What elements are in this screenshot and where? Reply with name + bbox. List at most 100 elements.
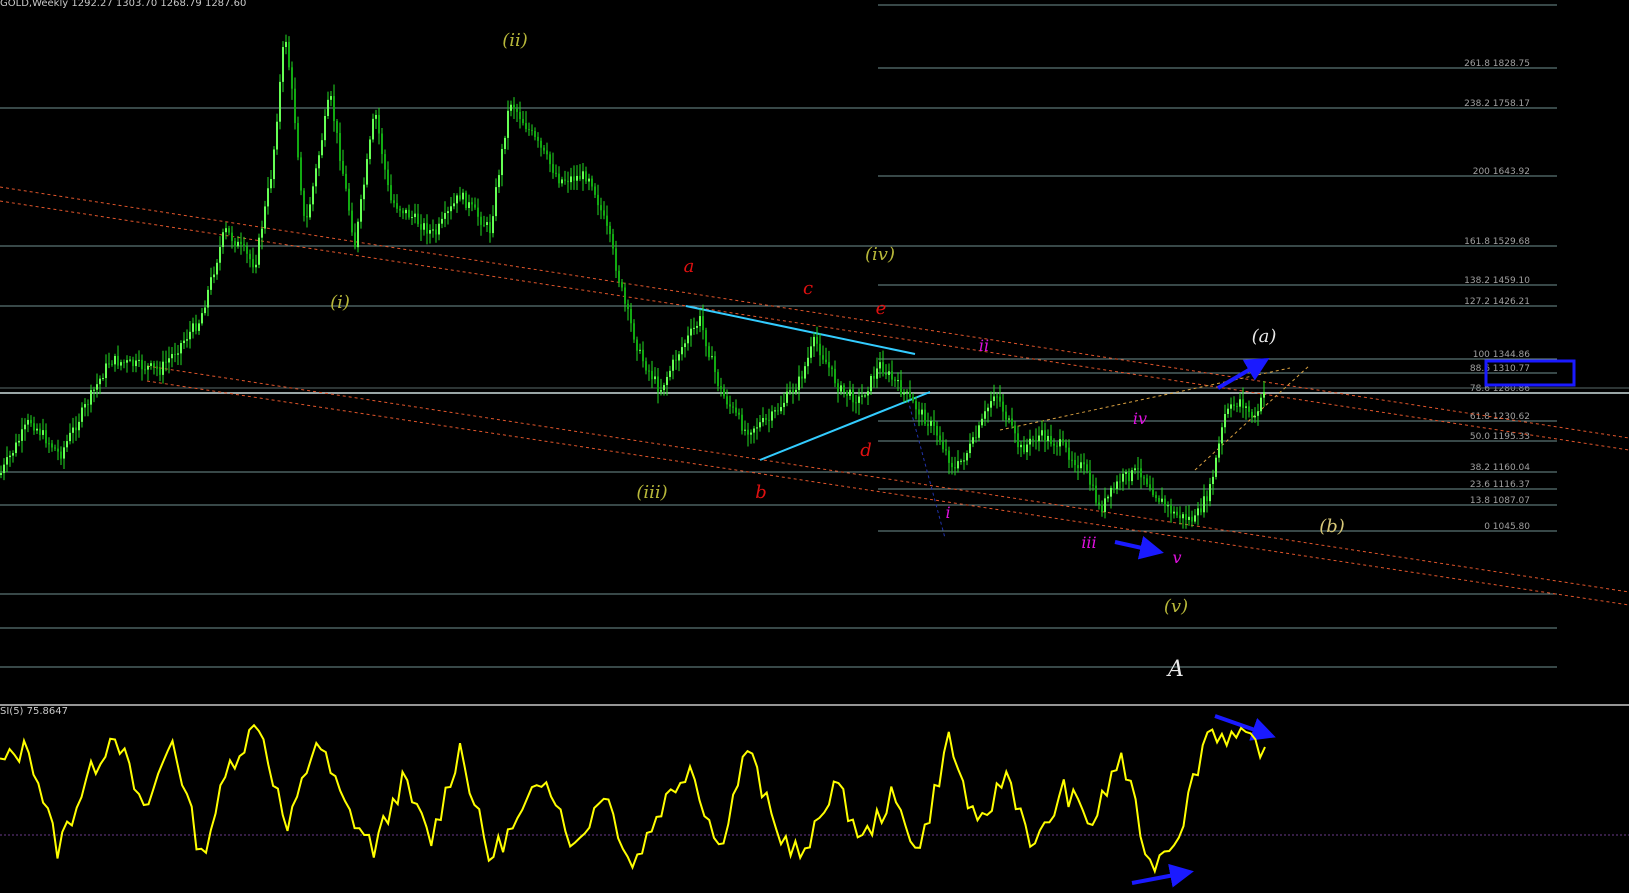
candle-body-402 <box>1206 496 1208 502</box>
candle-body-303 <box>909 391 911 397</box>
candle-body-105 <box>315 168 317 187</box>
candle-body-262 <box>786 391 788 403</box>
candle-body-65 <box>195 323 197 331</box>
candle-body-338 <box>1014 425 1016 434</box>
candle-body-297 <box>891 371 893 380</box>
candle-body-210 <box>630 309 632 324</box>
candle-body-124 <box>372 118 374 140</box>
candle-body-162 <box>486 222 488 225</box>
candle-body-29 <box>87 404 89 406</box>
candle-body-199 <box>597 194 599 206</box>
candle-body-275 <box>825 359 827 363</box>
wave-label-magenta-3: iv <box>1133 409 1147 428</box>
candle-body-12 <box>36 428 38 431</box>
candle-body-108 <box>324 116 326 141</box>
candle-body-293 <box>879 362 881 369</box>
candle-body-273 <box>819 343 821 356</box>
candle-body-54 <box>162 361 164 375</box>
candle-body-213 <box>639 349 641 351</box>
candle-body-324 <box>972 437 974 444</box>
candle-body-70 <box>210 277 212 290</box>
candle-body-307 <box>921 409 923 415</box>
candle-body-294 <box>882 362 884 374</box>
candle-body-374 <box>1122 473 1124 482</box>
wave-label-white-1: (b) <box>1319 516 1345 537</box>
candle-body-296 <box>888 371 890 375</box>
candle-body-30 <box>90 390 92 405</box>
candle-body-339 <box>1017 433 1019 448</box>
candle-body-140 <box>420 224 422 230</box>
candle-body-59 <box>177 353 179 355</box>
candle-body-375 <box>1125 471 1127 474</box>
candle-body-154 <box>462 192 464 200</box>
candle-body-238 <box>714 356 716 373</box>
candle-body-247 <box>741 414 743 431</box>
candle-body-194 <box>582 171 584 180</box>
candle-body-195 <box>585 171 587 182</box>
candle-body-417 <box>1251 411 1253 418</box>
candle-body-239 <box>717 372 719 387</box>
candle-body-327 <box>981 418 983 426</box>
wave-label-olive-4: (v) <box>1164 596 1188 617</box>
candle-body-329 <box>987 407 989 412</box>
candle-body-320 <box>960 460 962 462</box>
candle-body-305 <box>915 401 917 410</box>
candle-body-159 <box>477 207 479 217</box>
candle-body-19 <box>57 448 59 452</box>
candle-body-306 <box>918 409 920 415</box>
candle-body-178 <box>534 130 536 137</box>
candle-body-223 <box>669 370 671 377</box>
candle-body-318 <box>954 467 956 469</box>
candle-body-113 <box>339 133 341 161</box>
indicator-header: SI(5) 75.8647 <box>0 706 68 717</box>
candle-body-211 <box>633 323 635 340</box>
candle-body-227 <box>681 347 683 355</box>
candle-body-142 <box>426 223 428 234</box>
candle-body-41 <box>123 362 125 364</box>
candle-body-246 <box>738 412 740 415</box>
candle-body-83 <box>249 253 251 260</box>
candle-body-337 <box>1011 418 1013 426</box>
chart-symbol: GOLD,Weekly <box>0 0 69 9</box>
candle-body-98 <box>294 88 296 124</box>
wave-label-red-3: d <box>860 440 872 461</box>
blue-arrow-3 <box>1131 863 1194 888</box>
candle-body-150 <box>450 206 452 212</box>
candle-body-182 <box>546 150 548 155</box>
candle-body-39 <box>117 355 119 366</box>
candle-body-23 <box>69 432 71 442</box>
candle-body-163 <box>489 222 491 234</box>
candle-body-326 <box>978 425 980 438</box>
candle-body-414 <box>1242 399 1244 408</box>
candle-body-369 <box>1107 496 1109 499</box>
candle-body-128 <box>384 154 386 170</box>
candle-body-168 <box>504 137 506 149</box>
candle-body-166 <box>498 175 500 188</box>
candle-body-28 <box>84 404 86 408</box>
candle-body-75 <box>225 228 227 233</box>
candle-body-20 <box>60 451 62 459</box>
candle-body-270 <box>810 346 812 358</box>
candle-body-357 <box>1071 459 1073 461</box>
candle-body-67 <box>201 313 203 324</box>
candle-body-358 <box>1074 459 1076 466</box>
candle-body-51 <box>153 363 155 367</box>
candle-body-316 <box>948 450 950 463</box>
candle-body-416 <box>1248 406 1250 412</box>
candle-body-415 <box>1245 406 1247 408</box>
blue-arrow-2 <box>1214 714 1276 741</box>
candle-body-206 <box>618 270 620 283</box>
candle-body-62 <box>186 339 188 341</box>
candle-body-419 <box>1257 411 1259 416</box>
candle-body-346 <box>1038 435 1040 442</box>
candle-body-330 <box>990 401 992 408</box>
candle-body-407 <box>1221 427 1223 444</box>
candle-body-63 <box>189 331 191 340</box>
candle-body-400 <box>1200 508 1202 513</box>
candle-body-376 <box>1128 471 1130 482</box>
candle-body-86 <box>258 237 260 265</box>
candle-body-244 <box>732 406 734 408</box>
candle-body-127 <box>381 133 383 155</box>
candle-body-135 <box>405 209 407 214</box>
candle-body-114 <box>342 160 344 174</box>
